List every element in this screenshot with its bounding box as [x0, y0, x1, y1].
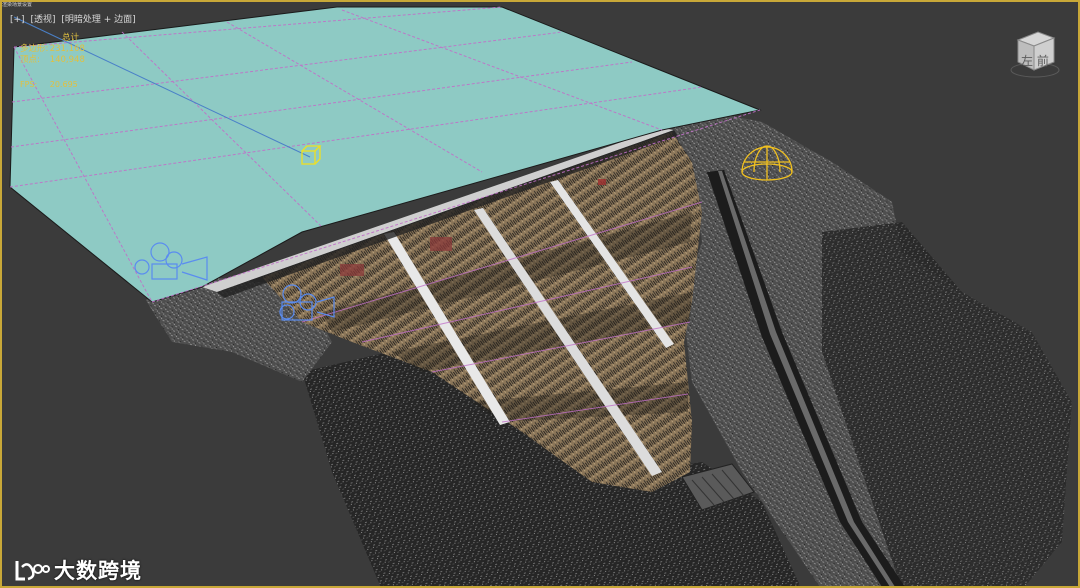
- polys-value: 231,168: [49, 44, 85, 54]
- 3d-viewport[interactable]: 渲染场景设置 [+] [透视] [明暗处理 + 边面] 总计 多边形: 231,…: [0, 0, 1080, 588]
- viewport-plus-menu[interactable]: [+]: [10, 15, 25, 25]
- red-marker: [340, 264, 364, 276]
- scene-statistics: 总计 多边形: 231,168 顶点: 140,948: [20, 33, 85, 66]
- scene-canvas[interactable]: [2, 2, 1080, 588]
- viewport-view-menu[interactable]: [透视]: [30, 15, 55, 25]
- viewport-label-menu: [+] [透视] [明暗处理 + 边面]: [10, 12, 139, 25]
- polys-label: 多边形:: [20, 44, 49, 54]
- fps-label: FPS:: [20, 80, 38, 89]
- viewcube-icon[interactable]: [1008, 26, 1062, 80]
- watermark-text: 大数跨境: [54, 559, 142, 583]
- fps-value: 20.695: [49, 80, 78, 89]
- red-marker: [430, 237, 452, 251]
- window-title: 渲染场景设置: [2, 2, 33, 8]
- verts-label: 顶点:: [20, 55, 40, 65]
- fps-readout: FPS: 20.695: [20, 80, 88, 89]
- stats-header: 总计: [62, 33, 80, 43]
- red-marker: [598, 179, 606, 185]
- watermark: 大数跨境: [14, 555, 142, 585]
- viewport-shading-menu[interactable]: [明暗处理 + 边面]: [61, 15, 135, 25]
- verts-value: 140,948: [49, 55, 85, 65]
- logo-icon: [15, 561, 50, 581]
